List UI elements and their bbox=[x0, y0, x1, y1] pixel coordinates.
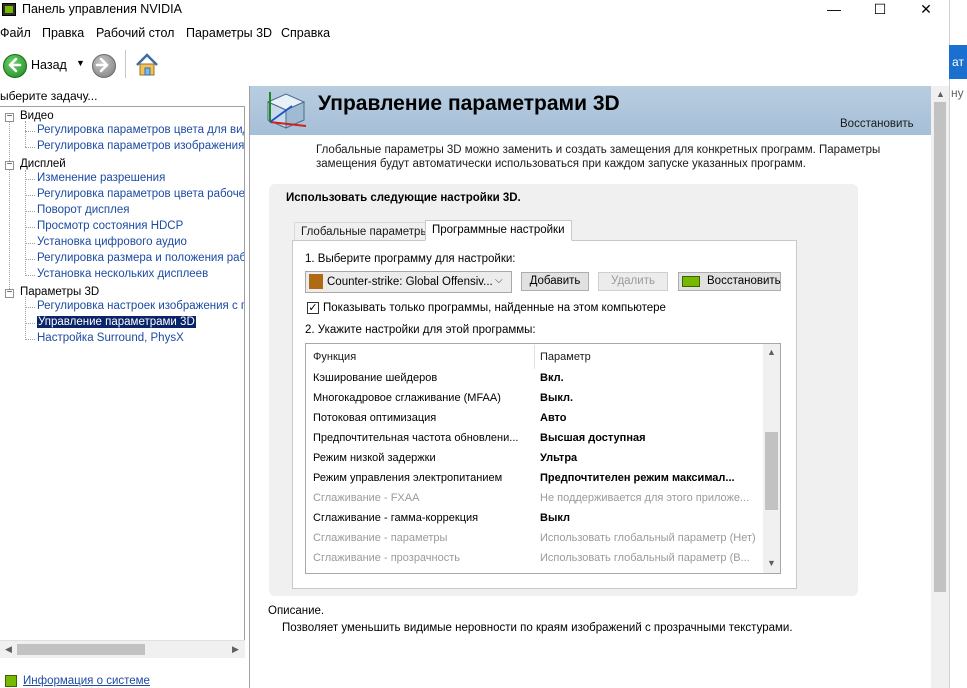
tree-item-surround-physx[interactable]: Настройка Surround, PhysX bbox=[37, 332, 184, 344]
grid-row-function[interactable]: Сглаживание - прозрачность bbox=[313, 552, 460, 572]
grid-row-function[interactable]: Сглаживание - FXAA bbox=[313, 492, 419, 512]
grid-header-function: Функция bbox=[313, 351, 357, 363]
maximize-button[interactable]: ☐ bbox=[857, 0, 903, 20]
program-icon bbox=[309, 274, 323, 289]
grid-row-function[interactable]: Кэширование шейдеров bbox=[313, 372, 437, 392]
scroll-up-icon[interactable]: ▲ bbox=[936, 89, 945, 99]
tree-category-display[interactable]: Дисплей bbox=[20, 158, 66, 170]
description-title: Описание. bbox=[268, 605, 325, 617]
tree-category-video[interactable]: Видео bbox=[20, 110, 54, 122]
scroll-up-icon[interactable]: ▲ bbox=[767, 347, 776, 357]
scroll-right-icon[interactable]: ▶ bbox=[232, 644, 239, 655]
home-icon[interactable] bbox=[134, 52, 160, 78]
menu-desktop[interactable]: Рабочий стол bbox=[96, 26, 174, 40]
tree-category-3d[interactable]: Параметры 3D bbox=[20, 286, 99, 298]
tab-global-settings[interactable]: Глобальные параметры bbox=[294, 222, 436, 240]
back-button-label[interactable]: Назад bbox=[31, 58, 67, 72]
grid-row-value[interactable]: Выкл bbox=[540, 512, 570, 532]
tree-item-size-position[interactable]: Регулировка размера и положения рабо bbox=[37, 252, 244, 264]
tree-item-multi-display[interactable]: Установка нескольких дисплеев bbox=[37, 268, 208, 280]
tree-item-image-settings[interactable]: Регулировка настроек изображения с пр bbox=[37, 300, 244, 312]
system-info-link[interactable]: Информация о системе bbox=[23, 675, 150, 687]
arrow-left-icon[interactable] bbox=[3, 54, 27, 78]
minimize-button[interactable]: — bbox=[811, 0, 857, 20]
show-installed-label[interactable]: Показывать только программы, найденные н… bbox=[323, 302, 666, 314]
grid-row-value[interactable]: Выкл. bbox=[540, 392, 573, 412]
nvidia-icon bbox=[682, 276, 700, 287]
program-select-value[interactable]: Counter-strike: Global Offensiv... bbox=[327, 276, 493, 288]
menu-3d-settings[interactable]: Параметры 3D bbox=[186, 26, 272, 40]
grid-row-value[interactable]: Ультра bbox=[540, 452, 577, 472]
grid-row-function[interactable]: Режим низкой задержки bbox=[313, 452, 436, 472]
panel-divider bbox=[249, 86, 250, 688]
grid-row-function[interactable]: Сглаживание - гамма-коррекция bbox=[313, 512, 478, 532]
grid-row-function[interactable]: Режим управления электропитанием bbox=[313, 472, 502, 492]
step1-label: 1. Выберите программу для настройки: bbox=[305, 253, 516, 265]
tree-item-video-color[interactable]: Регулировка параметров цвета для вид bbox=[37, 124, 244, 136]
grid-row-value[interactable]: Высшая доступная bbox=[540, 432, 646, 452]
delete-program-button[interactable]: Удалить bbox=[598, 272, 668, 291]
scroll-down-icon[interactable]: ▼ bbox=[767, 558, 776, 568]
menu-help[interactable]: Справка bbox=[281, 26, 330, 40]
expand-toggle-video[interactable]: − bbox=[5, 112, 14, 122]
window-title: Панель управления NVIDIA bbox=[22, 2, 182, 16]
show-installed-checkbox[interactable]: ✓ bbox=[307, 302, 319, 314]
system-info-icon bbox=[5, 675, 17, 687]
grid-row-function[interactable]: Потоковая оптимизация bbox=[313, 412, 436, 432]
intro-text: Глобальные параметры 3D можно заменить и… bbox=[316, 144, 881, 170]
page-title: Управление параметрами 3D bbox=[318, 92, 620, 115]
tree-scroll-thumb[interactable] bbox=[17, 644, 145, 655]
grid-row-function[interactable]: Многокадровое сглаживание (MFAA) bbox=[313, 392, 501, 412]
task-header: ыберите задачу... bbox=[0, 89, 98, 103]
tree-item-desktop-color[interactable]: Регулировка параметров цвета рабочег bbox=[37, 188, 244, 200]
scroll-left-icon[interactable]: ◀ bbox=[5, 644, 12, 655]
arrow-right-icon[interactable] bbox=[92, 54, 116, 78]
tree-item-video-image[interactable]: Регулировка параметров изображения д bbox=[37, 140, 244, 152]
grid-row-value[interactable]: Использовать глобальный параметр (В... bbox=[540, 552, 750, 572]
grid-scroll-thumb[interactable] bbox=[765, 432, 778, 510]
menu-file[interactable]: Файл bbox=[0, 26, 31, 40]
close-button[interactable]: ✕ bbox=[903, 0, 949, 20]
grid-row-function[interactable]: Предпочтительная частота обновлени... bbox=[313, 432, 518, 452]
tab-program-settings[interactable]: Программные настройки bbox=[425, 220, 572, 241]
expand-toggle-3d[interactable]: − bbox=[5, 288, 14, 298]
tree-item-rotate[interactable]: Поворот дисплея bbox=[37, 204, 129, 216]
main-scroll-thumb[interactable] bbox=[934, 102, 946, 592]
expand-toggle-display[interactable]: − bbox=[5, 160, 14, 170]
nvidia-app-icon bbox=[2, 3, 16, 16]
grid-vertical-scrollbar[interactable]: ▲ ▼ bbox=[763, 344, 780, 573]
3d-cube-icon bbox=[262, 88, 310, 132]
grid-row-value[interactable]: Предпочтителен режим максимал... bbox=[540, 472, 735, 492]
grid-header-divider bbox=[534, 345, 535, 369]
grid-row-value[interactable]: Вкл. bbox=[540, 372, 564, 392]
grid-row-value[interactable]: Не поддерживается для этого приложе... bbox=[540, 492, 749, 512]
grid-row-value[interactable]: Использовать глобальный параметр (Нет) bbox=[540, 532, 756, 552]
background-window-text: ну bbox=[951, 86, 964, 100]
step2-label: 2. Укажите настройки для этой программы: bbox=[305, 324, 536, 336]
description-text: Позволяет уменьшить видимые неровности п… bbox=[282, 622, 793, 634]
tree-item-manage-3d-label[interactable]: Управление параметрами 3D bbox=[37, 316, 196, 328]
toolbar-divider bbox=[125, 50, 126, 78]
add-program-button[interactable]: Добавить bbox=[521, 272, 589, 291]
background-window bbox=[949, 0, 967, 688]
chevron-down-icon[interactable]: ▼ bbox=[76, 58, 85, 68]
task-tree: − Видео Регулировка параметров цвета для… bbox=[0, 106, 245, 640]
grid-row-function[interactable]: Сглаживание - параметры bbox=[313, 532, 447, 552]
grid-header-parameter: Параметр bbox=[540, 351, 591, 363]
grid-row-value[interactable]: Авто bbox=[540, 412, 567, 432]
chevron-down-icon[interactable]: ⌵ bbox=[495, 275, 503, 286]
main-vertical-scrollbar[interactable]: ▲ bbox=[931, 86, 949, 688]
restore-defaults-link[interactable]: Восстановить bbox=[840, 118, 914, 130]
tree-item-audio[interactable]: Установка цифрового аудио bbox=[37, 236, 187, 248]
tree-horizontal-scrollbar[interactable]: ◀ ▶ bbox=[0, 640, 245, 658]
tree-item-hdcp[interactable]: Просмотр состояния HDCP bbox=[37, 220, 183, 232]
tree-item-manage-3d[interactable]: Управление параметрами 3D bbox=[37, 316, 196, 328]
card-title: Использовать следующие настройки 3D. bbox=[286, 192, 521, 204]
menu-edit[interactable]: Правка bbox=[42, 26, 84, 40]
background-window-button[interactable]: ат bbox=[949, 45, 967, 79]
tree-item-resolution[interactable]: Изменение разрешения bbox=[37, 172, 165, 184]
